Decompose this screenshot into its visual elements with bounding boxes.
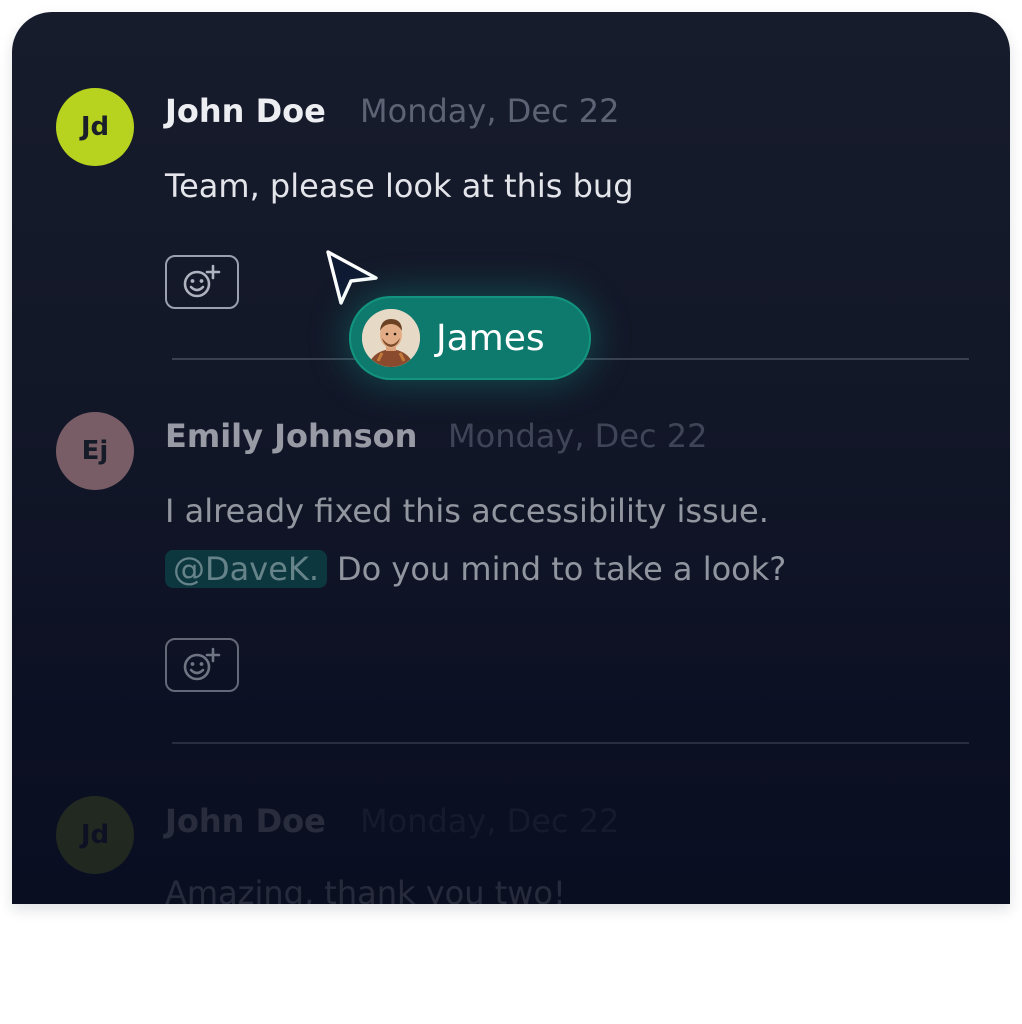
- collaborator-avatar: [362, 309, 420, 367]
- message-date: Monday, Dec 22: [360, 92, 620, 130]
- mention-tag[interactable]: @DaveK.: [165, 550, 328, 588]
- message-author[interactable]: Emily Johnson: [165, 417, 417, 455]
- avatar[interactable]: Jd: [56, 88, 134, 166]
- add-reaction-icon: [183, 647, 221, 681]
- chat-panel: Jd John Doe Monday, Dec 22 Team, please …: [12, 12, 1010, 904]
- avatar-initials: Jd: [80, 820, 110, 850]
- avatar[interactable]: Ej: [56, 412, 134, 490]
- message-text-line2: @DaveK. Do you mind to take a look?: [165, 550, 786, 588]
- avatar-initials: Ej: [81, 436, 109, 466]
- message-text-line1: I already fixed this accessibility issue…: [165, 492, 769, 530]
- avatar[interactable]: Jd: [56, 796, 134, 874]
- message-author[interactable]: John Doe: [165, 802, 326, 840]
- add-reaction-icon: [183, 264, 221, 298]
- message-text: Team, please look at this bug: [165, 167, 634, 205]
- collaborator-name: James: [436, 317, 545, 359]
- add-reaction-button[interactable]: [165, 255, 239, 309]
- message-date: Monday, Dec 22: [360, 802, 620, 840]
- avatar-initials: Jd: [80, 112, 110, 142]
- message-text-continued: Do you mind to take a look?: [337, 550, 787, 588]
- pointer-cursor-icon: [326, 250, 378, 305]
- message-text: Amazing, thank you two!: [165, 874, 566, 904]
- message-author[interactable]: John Doe: [165, 92, 326, 130]
- collaborator-name-tag: James: [349, 296, 591, 380]
- divider: [172, 742, 969, 744]
- add-reaction-button[interactable]: [165, 638, 239, 692]
- message-date: Monday, Dec 22: [448, 417, 708, 455]
